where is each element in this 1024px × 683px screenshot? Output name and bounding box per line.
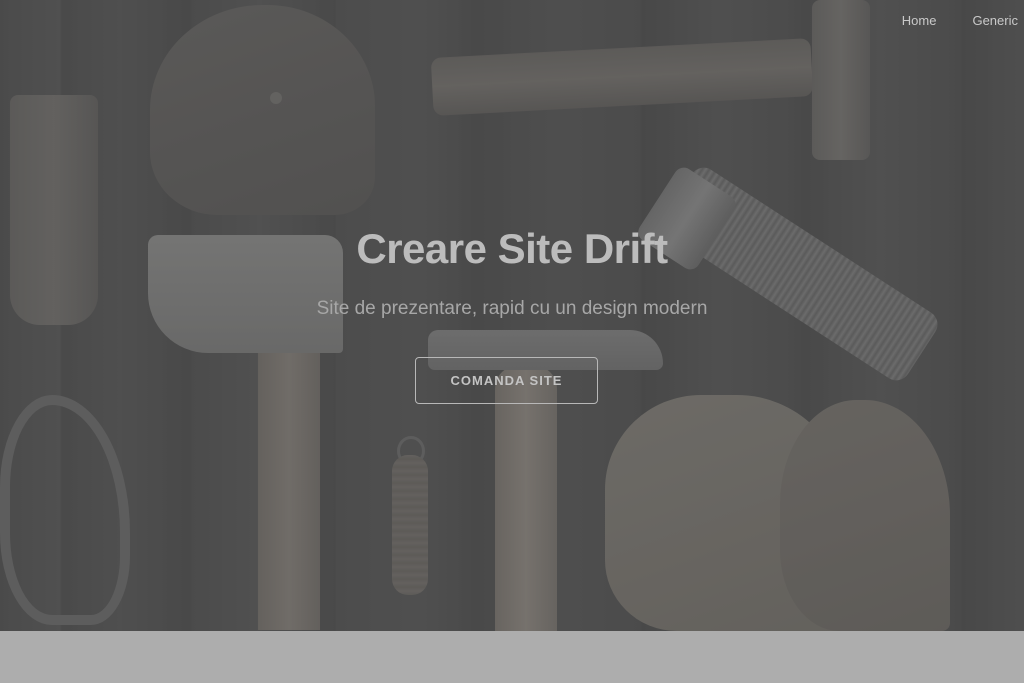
- hero-subtitle: Site de prezentare, rapid cu un design m…: [316, 298, 708, 319]
- nav-link-generic[interactable]: Generic: [954, 10, 1024, 32]
- hero-title: Creare Site Drift: [356, 225, 668, 272]
- order-site-button[interactable]: COMANDA SITE: [415, 357, 598, 404]
- content-section: [0, 631, 1024, 683]
- top-nav: Home Generic: [884, 10, 1024, 32]
- hero-section: Home Generic Creare Site Drift Site de p…: [0, 0, 1024, 631]
- nav-link-home[interactable]: Home: [884, 10, 955, 32]
